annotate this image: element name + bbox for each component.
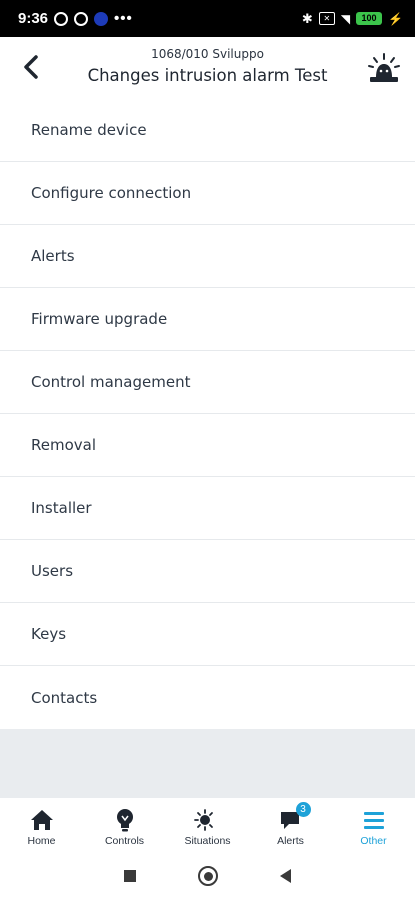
menu-item-label: Installer <box>31 499 92 517</box>
menu-item-removal[interactable]: Removal <box>0 414 415 477</box>
charging-icon: ⚡ <box>388 11 403 26</box>
nav-situations[interactable]: Situations <box>168 798 248 847</box>
menu-item-label: Alerts <box>31 247 75 265</box>
nav-controls[interactable]: Controls <box>85 798 165 847</box>
menu-item-control-management[interactable]: Control management <box>0 351 415 414</box>
nav-label: Home <box>27 835 56 847</box>
more-notifications-icon: ••• <box>114 10 133 27</box>
home-icon <box>30 810 53 830</box>
page-title: Changes intrusion alarm Test <box>87 66 328 85</box>
menu-item-label: Control management <box>31 373 191 391</box>
app-header: 1068/010 Sviluppo Changes intrusion alar… <box>0 37 415 100</box>
notification-icon <box>54 11 69 26</box>
menu-item-contacts[interactable]: Contacts <box>0 666 415 729</box>
menu-item-users[interactable]: Users <box>0 540 415 603</box>
menu-item-firmware-upgrade[interactable]: Firmware upgrade <box>0 288 415 351</box>
nav-other[interactable]: Other <box>334 798 414 847</box>
nav-home[interactable]: Home <box>2 798 82 847</box>
nav-label: Other <box>360 835 387 847</box>
wifi-icon: ◥ <box>340 11 351 26</box>
status-time: 9:36 <box>18 10 49 27</box>
menu-item-installer[interactable]: Installer <box>0 477 415 540</box>
menu-item-rename-device[interactable]: Rename device <box>0 99 415 162</box>
status-bar: 9:36 ••• ✱ ✕ ◥ 100 ⚡ <box>0 0 415 37</box>
menu-item-label: Firmware upgrade <box>31 310 168 328</box>
recent-apps-button[interactable] <box>124 870 136 882</box>
menu-item-label: Users <box>31 562 74 580</box>
system-nav-bar <box>0 852 415 900</box>
battery-icon: 100 <box>356 12 383 25</box>
alerts-badge: 3 <box>295 802 311 817</box>
menu-item-alerts[interactable]: Alerts <box>0 225 415 288</box>
menu-item-label: Keys <box>31 625 67 643</box>
menu-icon <box>363 812 384 829</box>
chat-icon: 3 <box>277 802 311 834</box>
nav-label: Situations <box>184 835 231 847</box>
sun-moon-icon <box>193 809 215 831</box>
nav-label: Alerts <box>277 835 304 847</box>
menu-item-label: Configure connection <box>31 184 192 202</box>
bluetooth-icon: ✱ <box>301 10 313 26</box>
nav-alerts[interactable]: 3 Alerts <box>251 798 331 847</box>
intrusion-alarm-icon[interactable] <box>367 51 401 85</box>
sim-icon: ✕ <box>318 12 335 25</box>
menu-item-label: Removal <box>31 436 97 454</box>
settings-menu: Rename device Configure connection Alert… <box>0 99 415 729</box>
header-subtitle: 1068/010 Sviluppo <box>151 47 264 61</box>
notification-icon <box>74 11 89 26</box>
menu-item-keys[interactable]: Keys <box>0 603 415 666</box>
menu-item-label: Contacts <box>31 688 98 707</box>
bottom-nav: Home Controls Situations 3 Alerts Other <box>0 798 415 852</box>
lightbulb-icon <box>116 809 133 832</box>
nav-label: Controls <box>104 835 145 847</box>
menu-item-configure-connection[interactable]: Configure connection <box>0 162 415 225</box>
home-system-button[interactable] <box>198 866 218 886</box>
app-notification-icon <box>94 11 109 26</box>
menu-item-label: Rename device <box>31 121 147 139</box>
back-system-button[interactable] <box>280 869 291 883</box>
